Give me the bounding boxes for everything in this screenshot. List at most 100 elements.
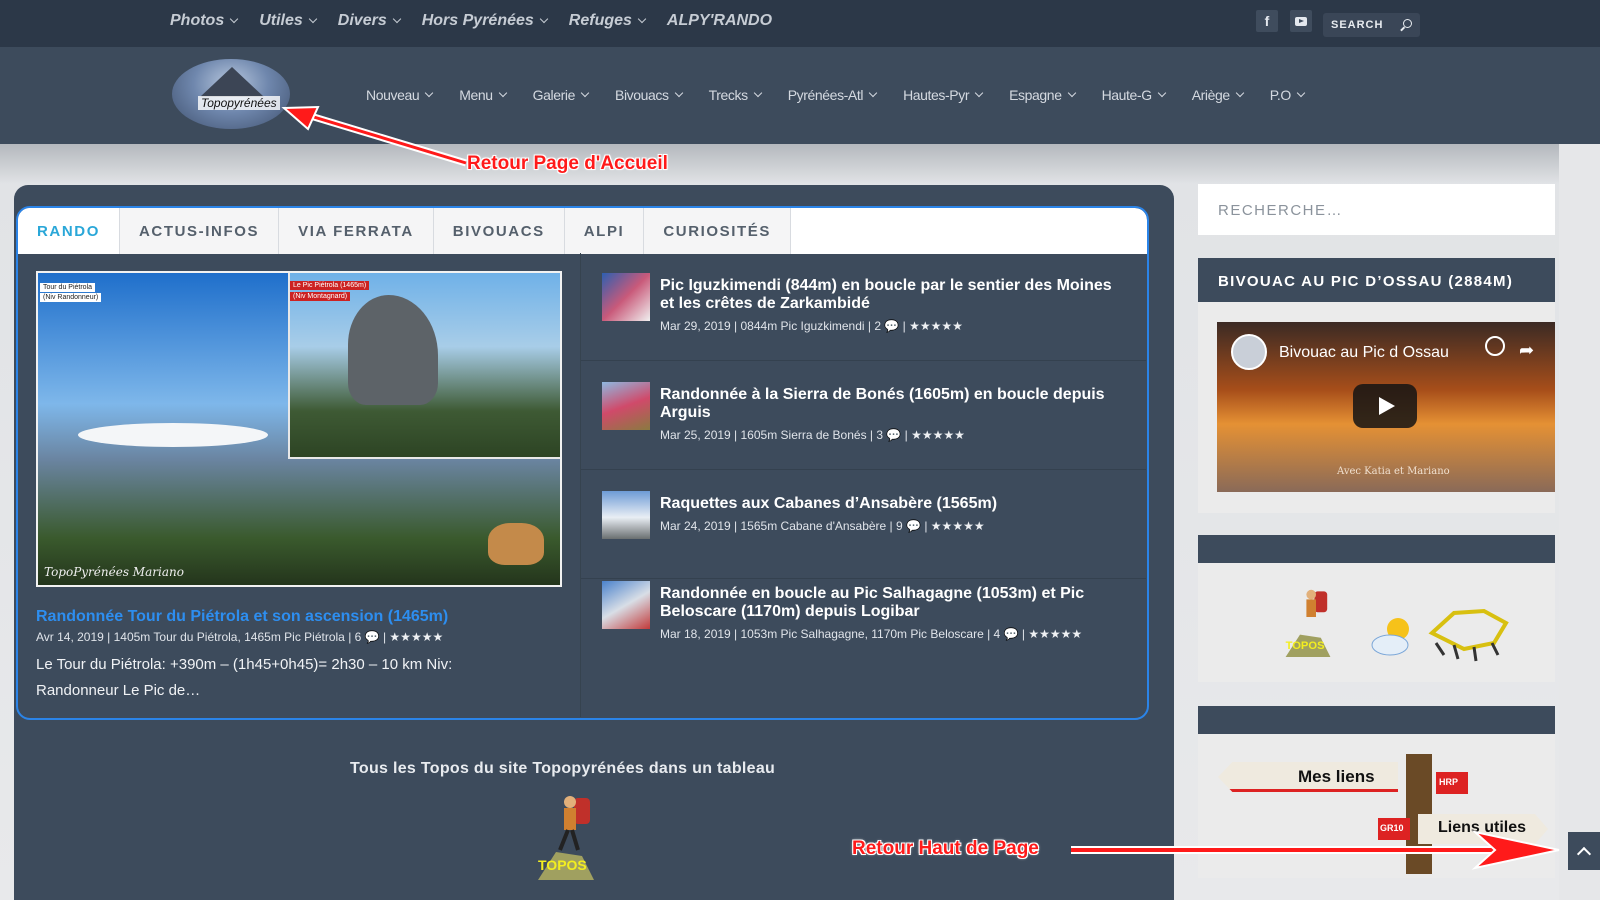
post-thumbnail[interactable] (602, 273, 650, 321)
top-nav-refuges[interactable]: Refuges (569, 12, 647, 30)
main-nav-ariege[interactable]: Ariège (1192, 87, 1245, 103)
image-tag: (Niv Montagnard) (290, 292, 351, 301)
image-tag: Le Pic Piétrola (1465m) (290, 281, 370, 290)
chevron-down-icon (1235, 88, 1245, 98)
widget-title (1198, 535, 1555, 563)
tab-rando[interactable]: RANDO (18, 208, 120, 254)
youtube-icon[interactable] (1290, 10, 1312, 32)
post-title[interactable]: Randonnée à la Sierra de Bonés (1605m) e… (660, 386, 1130, 422)
crampons-icon[interactable] (1424, 593, 1514, 663)
chevron-down-icon (308, 14, 318, 24)
rating-stars: ★★★★★ (909, 319, 963, 333)
annotation-top: Retour Haut de Page (852, 838, 1039, 859)
chevron-down-icon (868, 88, 878, 98)
weather-icon[interactable] (1368, 613, 1418, 659)
chevron-down-icon (974, 88, 984, 98)
post-meta: Mar 18, 2019 | 1053m Pic Salhagagne, 117… (660, 627, 1083, 641)
tab-bivouacs[interactable]: BIVOUACS (433, 208, 565, 254)
list-item[interactable]: Randonnée en boucle au Pic Salhagagne (1… (581, 561, 1146, 669)
post-thumbnail[interactable] (602, 382, 650, 430)
chevron-down-icon (580, 88, 590, 98)
post-meta: Mar 25, 2019 | 1605m Sierra de Bonés | 3… (660, 428, 965, 442)
play-button[interactable] (1353, 384, 1417, 428)
facebook-icon[interactable]: f (1256, 10, 1278, 32)
comment-icon: 💬 (364, 630, 380, 644)
top-nav-photos[interactable]: Photos (170, 12, 239, 30)
search-icon[interactable] (1403, 19, 1412, 28)
video-title[interactable]: Bivouac au Pic d Ossau (1279, 344, 1449, 362)
topos-badge: TOPOS (538, 857, 587, 873)
comment-icon: 💬 (886, 428, 902, 442)
top-nav-utiles[interactable]: Utiles (259, 12, 318, 30)
post-meta: Mar 29, 2019 | 0844m Pic Iguzkimendi | 2… (660, 319, 963, 333)
chevron-down-icon (1296, 88, 1306, 98)
post-title[interactable]: Randonnée en boucle au Pic Salhagagne (1… (660, 585, 1130, 621)
chevron-down-icon (753, 88, 762, 98)
topos-heading[interactable]: Tous les Topos du site Topopyrénées dans… (350, 760, 775, 778)
main-nav: Nouveau Menu Galerie Bivouacs Trecks Pyr… (366, 87, 1306, 103)
image-signature: TopoPyrénées Mariano (44, 565, 184, 579)
youtube-play-shape (1295, 16, 1307, 26)
post-title[interactable]: Pic Iguzkimendi (844m) en boucle par le … (660, 277, 1130, 313)
list-item[interactable]: Pic Iguzkimendi (844m) en boucle par le … (581, 253, 1146, 361)
hiker-topos-icon[interactable]: TOPOS (1268, 585, 1348, 665)
top-nav-divers[interactable]: Divers (338, 12, 401, 30)
chevron-down-icon (392, 14, 401, 24)
list-item[interactable]: Randonnée à la Sierra de Bonés (1605m) e… (581, 362, 1146, 470)
topos-badge: TOPOS (1286, 640, 1325, 652)
annotation-arrow-top (1071, 830, 1560, 870)
post-thumbnail[interactable] (602, 581, 650, 629)
comment-icon: 💬 (1003, 627, 1019, 641)
top-search-input[interactable]: SEARCH (1323, 13, 1420, 37)
top-nav-alpyrando[interactable]: ALPY'RANDO (667, 12, 772, 30)
rating-stars: ★★★★★ (1028, 627, 1083, 641)
rock-peak (348, 295, 438, 405)
tab-curiosites[interactable]: CURIOSITÉS (644, 208, 792, 254)
chevron-down-icon (539, 14, 549, 24)
tab-actus-infos[interactable]: ACTUS-INFOS (120, 208, 280, 254)
hiker-topos-icon[interactable]: TOPOS (516, 790, 616, 890)
snow-ridge (78, 423, 268, 447)
avatar (1231, 334, 1267, 370)
main-nav-espagne[interactable]: Espagne (1009, 87, 1076, 103)
main-nav-pyrenees-atl[interactable]: Pyrénées-Atl (788, 87, 878, 103)
main-nav-trecks[interactable]: Trecks (709, 87, 762, 103)
chevron-down-icon (637, 14, 647, 24)
tab-via-ferrata[interactable]: VIA FERRATA (279, 208, 434, 254)
featured-post-image[interactable]: Tour du Piétrola (Niv Randonneur) Le Pic… (36, 271, 562, 587)
chevron-down-icon (1157, 88, 1166, 98)
chevron-down-icon (674, 88, 683, 98)
mountain-icon (200, 67, 264, 97)
main-nav-galerie[interactable]: Galerie (533, 87, 590, 103)
chevron-up-icon (1576, 846, 1592, 861)
sidebar-search-input[interactable]: RECHERCHE… (1198, 184, 1555, 235)
tab-alpi[interactable]: ALPI (564, 208, 645, 254)
rating-stars: ★★★★★ (930, 519, 985, 533)
main-nav-bivouacs[interactable]: Bivouacs (615, 87, 683, 103)
post-thumbnail[interactable] (602, 491, 650, 539)
main-nav-po[interactable]: P.O (1270, 87, 1306, 103)
chevron-down-icon (1067, 88, 1076, 98)
share-icon[interactable]: ➦ (1519, 340, 1534, 361)
back-to-top-button[interactable] (1568, 832, 1600, 870)
rating-stars: ★★★★★ (389, 630, 444, 644)
sign-left[interactable]: Mes liens (1218, 762, 1398, 792)
page-gutter (1559, 144, 1600, 900)
post-meta: Mar 24, 2019 | 1565m Cabane d'Ansabère |… (660, 519, 985, 533)
widget-title: BIVOUAC AU PIC D’OSSAU (2884M) (1198, 258, 1555, 302)
main-nav-hautes-pyr[interactable]: Hautes-Pyr (903, 87, 984, 103)
post-title[interactable]: Raquettes aux Cabanes d’Ansabère (1565m) (660, 495, 1130, 513)
clock-icon[interactable] (1485, 336, 1505, 356)
comment-icon: 💬 (906, 519, 921, 533)
annotation-arrow-home (281, 105, 468, 167)
chevron-down-icon (498, 88, 507, 98)
image-tag: Tour du Piétrola (40, 283, 96, 292)
video-player[interactable]: Bivouac au Pic d Ossau ➦ Avec Katia et M… (1217, 322, 1555, 492)
main-nav-haute-g[interactable]: Haute-G (1102, 87, 1166, 103)
video-subtitle: Avec Katia et Mariano (1337, 466, 1450, 477)
dog-figure (488, 523, 544, 565)
comment-icon: 💬 (884, 319, 900, 333)
top-nav-hors-pyrenees[interactable]: Hors Pyrénées (422, 12, 549, 30)
featured-post-title[interactable]: Randonnée Tour du Piétrola et son ascens… (36, 608, 448, 626)
category-tabs: RANDO ACTUS-INFOS VIA FERRATA BIVOUACS A… (18, 208, 1147, 254)
